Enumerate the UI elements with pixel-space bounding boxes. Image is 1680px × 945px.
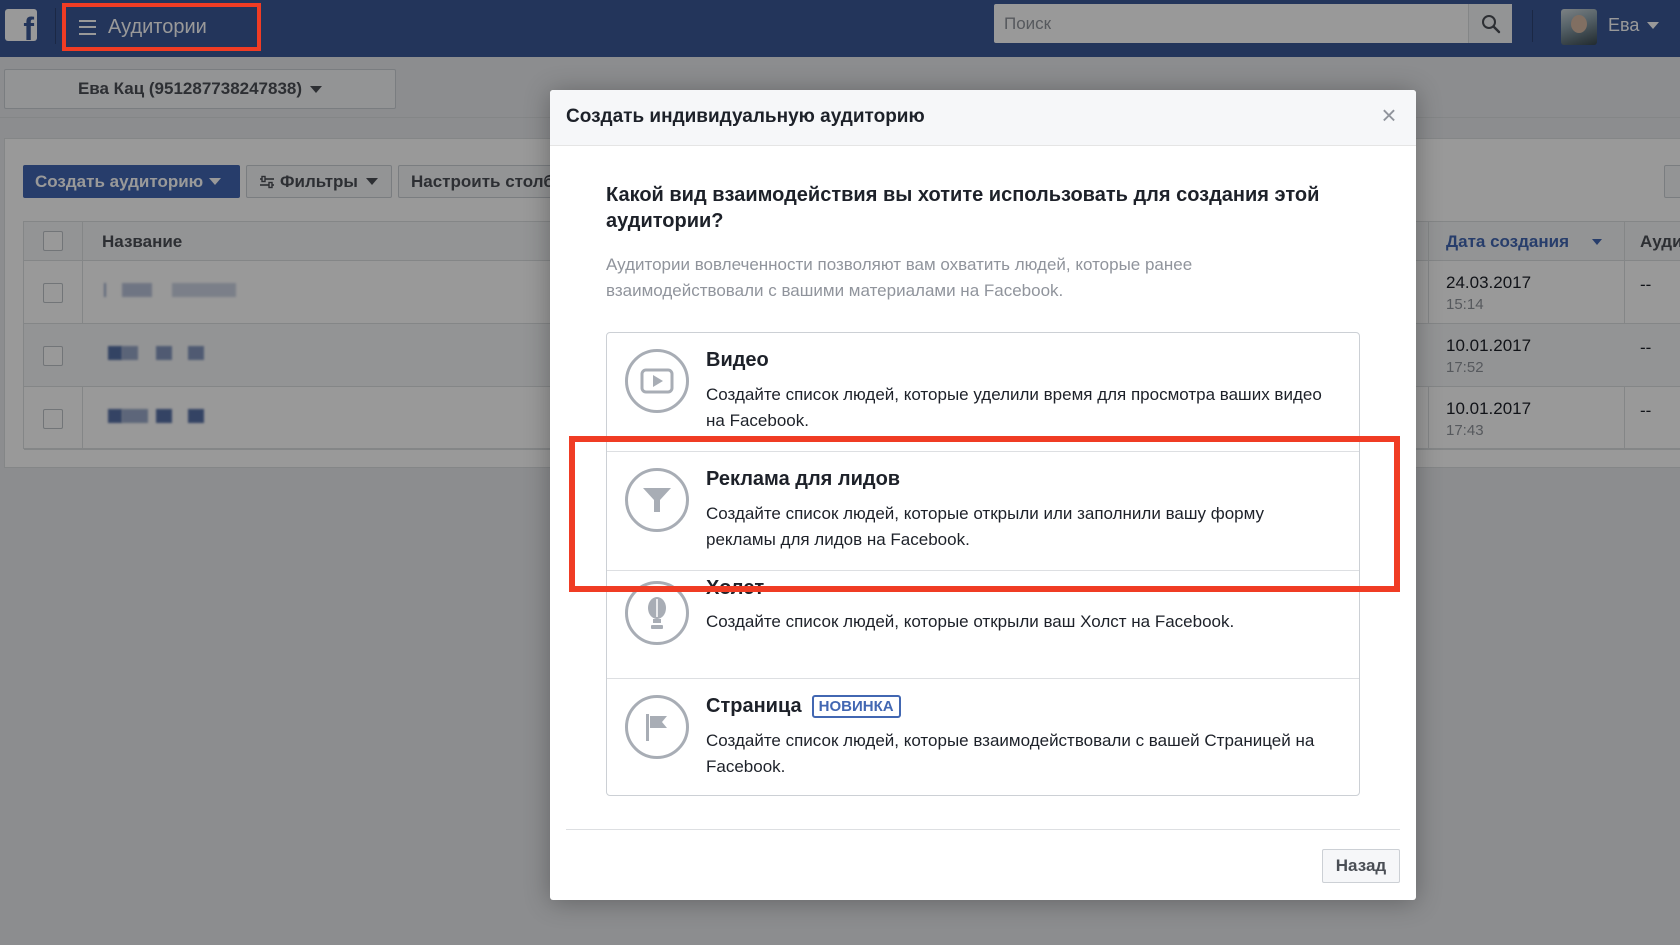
option-description: Создайте список людей, которые взаимодей…	[706, 731, 1315, 776]
option-description: Создайте список людей, которые открыли в…	[706, 612, 1235, 631]
highlight-annotation	[62, 3, 261, 51]
option-title: Видео	[706, 349, 769, 371]
option-title: Страница НОВИНКА	[706, 695, 901, 718]
option-description: Создайте список людей, которые уделили в…	[706, 385, 1322, 430]
dialog-description: Аудитории вовлеченности позволяют вам ох…	[606, 255, 1193, 300]
option-video[interactable]: Видео Создайте список людей, которые уде…	[607, 333, 1359, 452]
dialog-footer-divider	[566, 829, 1400, 830]
new-badge: НОВИНКА	[811, 695, 901, 718]
back-button[interactable]: Назад	[1322, 849, 1400, 883]
dialog-question: Какой вид взаимодействия вы хотите испол…	[606, 184, 1320, 232]
close-icon[interactable]: ×	[1378, 102, 1400, 128]
video-play-icon	[625, 349, 689, 413]
dialog-title: Создать индивидуальную аудиторию	[566, 106, 925, 127]
highlight-annotation	[569, 436, 1400, 592]
dialog-header: Создать индивидуальную аудиторию ×	[550, 90, 1416, 146]
option-page[interactable]: Страница НОВИНКА Создайте список людей, …	[607, 679, 1359, 795]
page-flag-icon	[625, 695, 689, 759]
